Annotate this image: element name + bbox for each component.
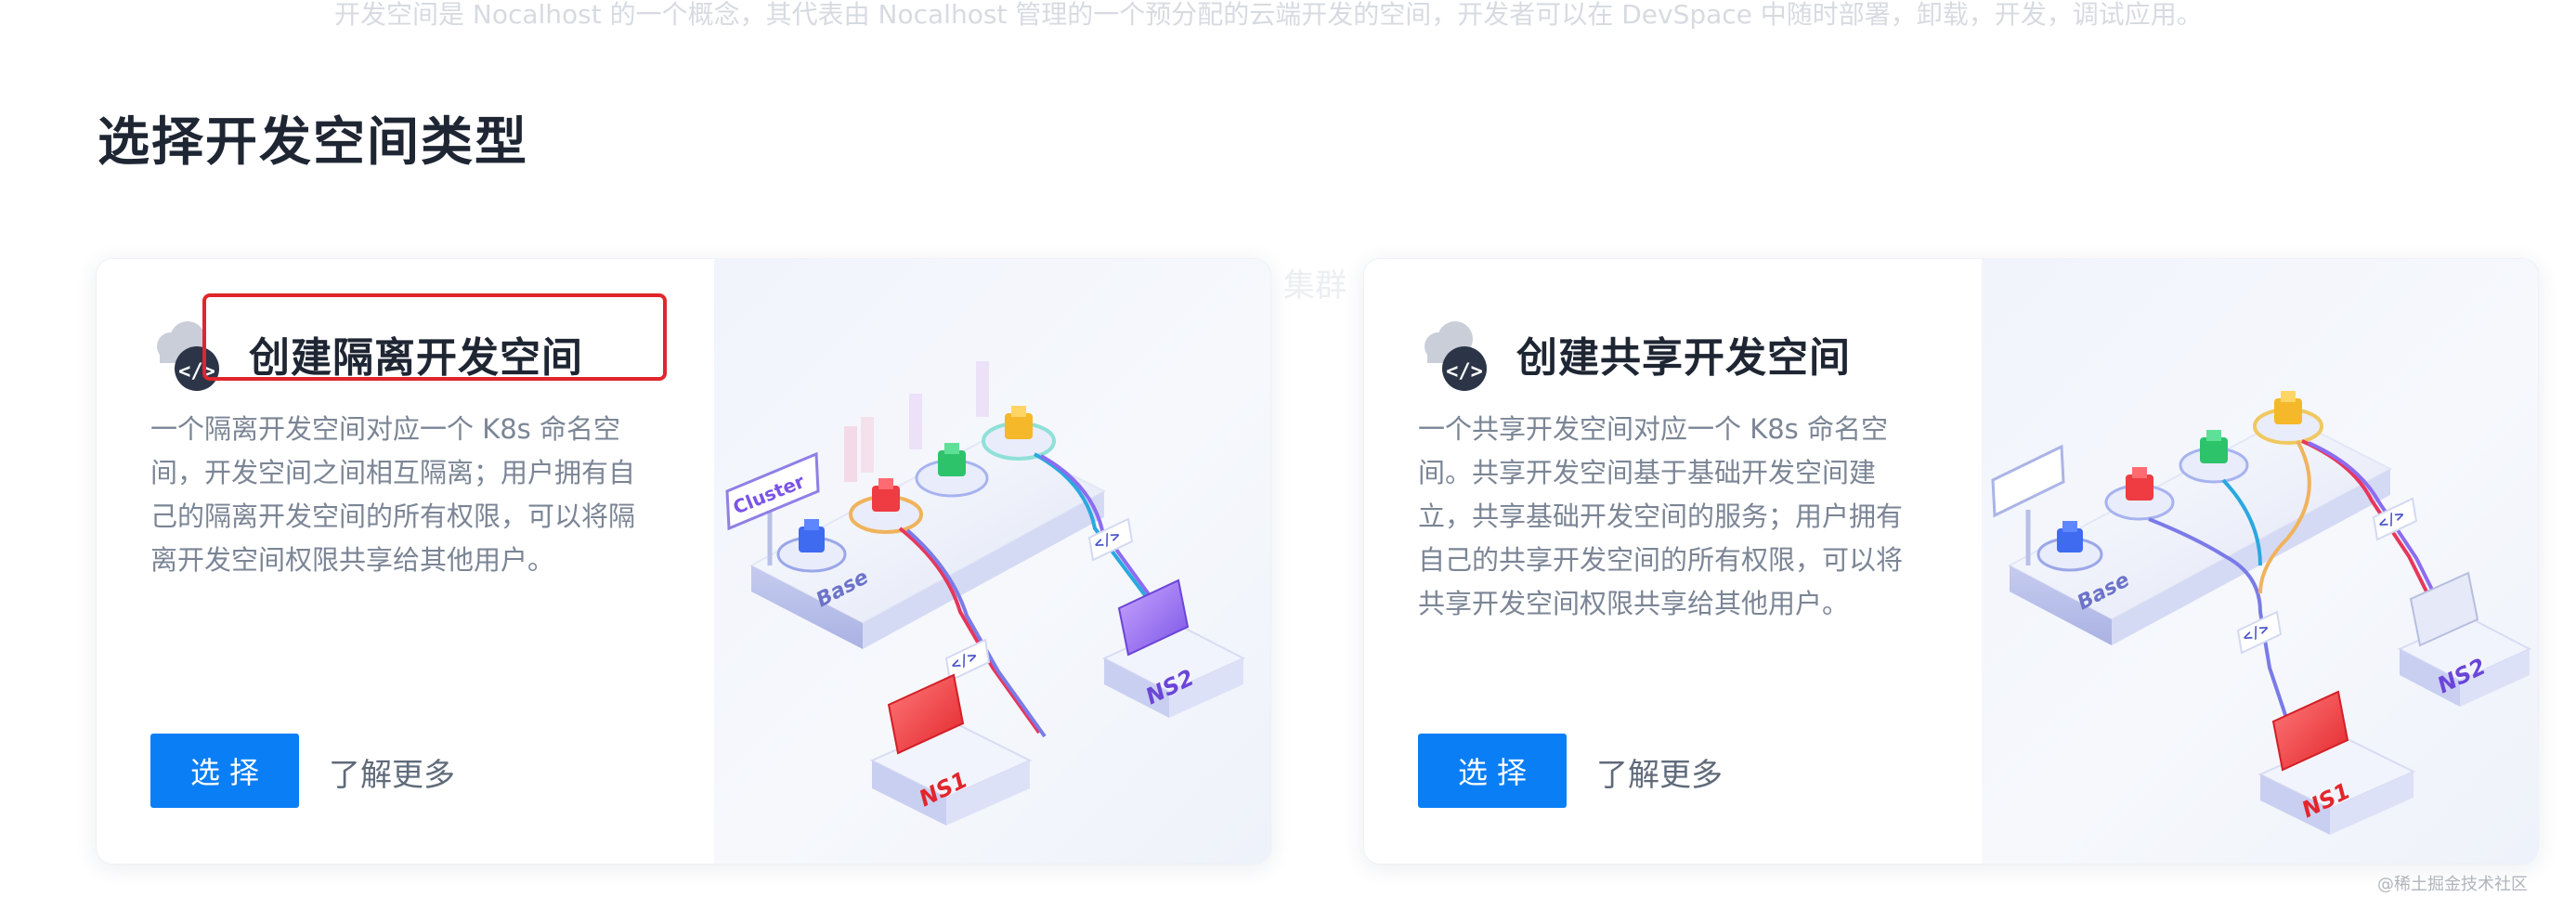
code-tag-1: </>: [944, 638, 991, 682]
description-line: 共享开发空间权限共享给其他用户。: [1418, 588, 1850, 619]
card-content: </> 创建共享开发空间 一个共享开发空间对应一个 K8s 命名空 间。共享开发…: [1364, 259, 1982, 864]
cloud-code-icon: </>: [1418, 317, 1496, 395]
node-green: [2179, 430, 2249, 484]
description-line: 自己的共享开发空间的所有权限，可以将: [1418, 544, 1904, 576]
description-line: 立，共享基础开发空间的服务；用户拥有: [1418, 500, 1904, 532]
learn-more-link[interactable]: 了解更多: [329, 749, 455, 795]
ns2-workstation: NS2: [1101, 578, 1246, 718]
code-tag-1: </>: [2236, 610, 2283, 655]
description-line: 离开发空间权限共享给其他用户。: [150, 544, 555, 576]
description-line: 一个共享开发空间对应一个 K8s 命名空: [1418, 413, 1889, 445]
background-cluster-label: 集群: [1283, 267, 1347, 305]
description-line: 一个隔离开发空间对应一个 K8s 命名空: [150, 413, 621, 445]
description-line: 间。共享开发空间基于基础开发空间建: [1418, 457, 1877, 488]
ns2-workstation: NS2: [2397, 571, 2532, 707]
select-button[interactable]: 选择: [150, 734, 299, 808]
isolated-devspace-illustration: Base Cluster </> </> NS1 NS2: [714, 259, 1270, 864]
node-yellow: [2253, 391, 2323, 445]
ns1-workstation: NS1: [869, 673, 1033, 826]
card-description: 一个隔离开发空间对应一个 K8s 命名空 间，开发空间之间相互隔离；用户拥有自 …: [150, 408, 670, 582]
card-title: 创建共享开发空间: [1516, 334, 1851, 382]
title-highlight-box: [202, 293, 667, 381]
description-line: 间，开发空间之间相互隔离；用户拥有自: [150, 457, 636, 488]
shared-devspace-illustration: Base </> </> NS1 NS2: [1982, 259, 2538, 864]
shared-devspace-card: </> 创建共享开发空间 一个共享开发空间对应一个 K8s 命名空 间。共享开发…: [1363, 258, 2539, 864]
learn-more-link[interactable]: 了解更多: [1596, 749, 1723, 795]
select-button[interactable]: 选择: [1418, 734, 1567, 808]
node-yellow: [976, 361, 1056, 461]
node-red: [2104, 467, 2175, 521]
page-title: 选择开发空间类型: [98, 112, 528, 173]
intro-text: 开发空间是 Nocalhost 的一个概念，其代表由 Nocalhost 管理的…: [334, 0, 2203, 30]
card-description: 一个共享开发空间对应一个 K8s 命名空 间。共享开发空间基于基础开发空间建 立…: [1418, 408, 1938, 626]
svg-text:</>: </>: [1446, 360, 1483, 384]
description-line: 己的隔离开发空间的所有权限，可以将隔: [150, 500, 636, 532]
watermark: @稀土掘金技术社区: [2377, 875, 2528, 894]
